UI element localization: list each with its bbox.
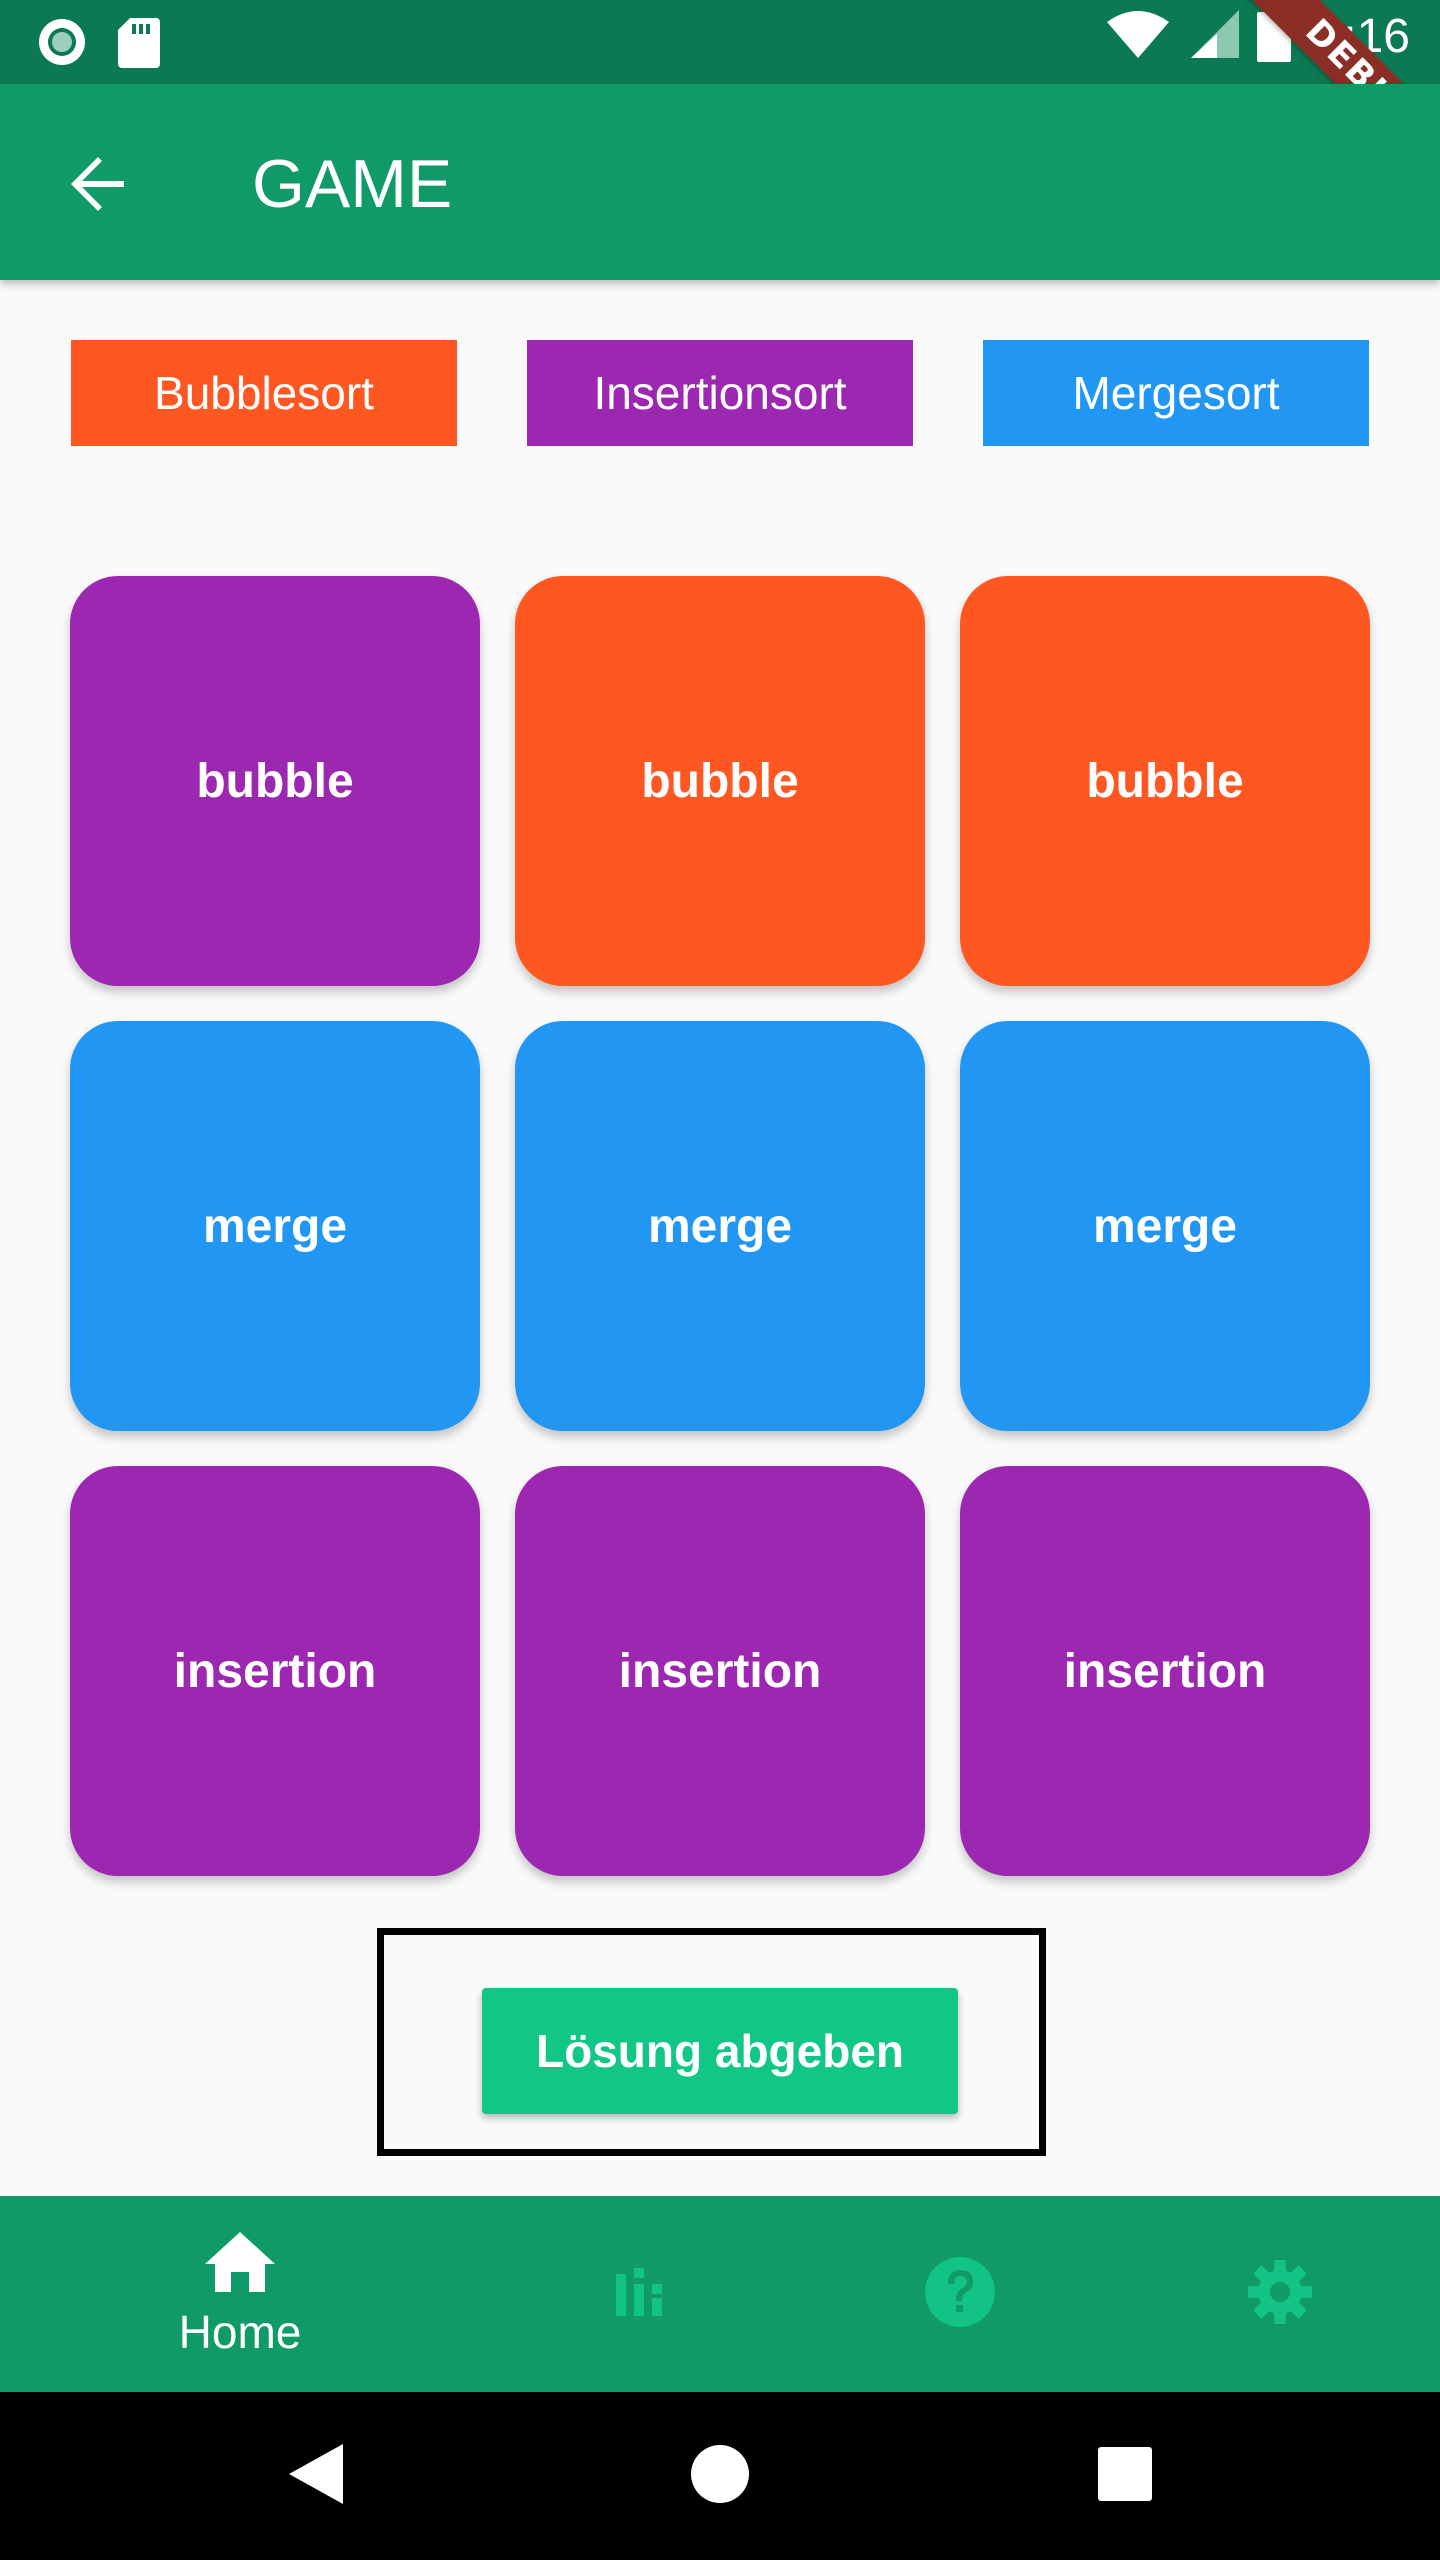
battery-icon — [1256, 6, 1291, 67]
bottom-navigation: Home — [0, 2196, 1440, 2392]
sd-card-icon — [118, 16, 160, 73]
bar-chart-icon — [614, 2266, 666, 2323]
app-bar: GAME — [0, 84, 1440, 280]
tile[interactable]: bubble — [515, 576, 925, 986]
circle-notification-icon — [36, 16, 88, 73]
tile[interactable]: bubble — [70, 576, 480, 986]
legend-bubblesort: Bubblesort — [71, 340, 457, 446]
wifi-icon — [1105, 8, 1171, 65]
nav-item-settings[interactable] — [1100, 2196, 1440, 2392]
tile[interactable]: insertion — [515, 1466, 925, 1876]
nav-item-statistics[interactable] — [460, 2196, 820, 2392]
submit-solution-button[interactable]: Lösung abgeben — [482, 1988, 958, 2114]
home-icon — [203, 2230, 277, 2299]
status-bar: 4:16 — [0, 0, 1440, 84]
tile[interactable]: merge — [960, 1021, 1370, 1431]
system-navigation-bar — [0, 2392, 1440, 2560]
status-time: 4:16 — [1316, 10, 1410, 63]
tile[interactable]: insertion — [960, 1466, 1370, 1876]
system-recents-button[interactable] — [1085, 2436, 1165, 2516]
help-icon — [924, 2256, 996, 2333]
settings-icon — [1246, 2258, 1314, 2331]
tile[interactable]: insertion — [70, 1466, 480, 1876]
tile[interactable]: merge — [515, 1021, 925, 1431]
page-title: GAME — [252, 146, 453, 222]
arrow-back-icon — [66, 152, 130, 221]
tile[interactable]: bubble — [960, 576, 1370, 986]
back-button[interactable] — [58, 146, 138, 226]
back-triangle-icon — [285, 2442, 345, 2511]
signal-icon — [1187, 8, 1241, 65]
legend-mergesort: Mergesort — [983, 340, 1369, 446]
home-circle-icon — [690, 2444, 750, 2509]
nav-item-home[interactable]: Home — [60, 2196, 420, 2392]
recents-square-icon — [1098, 2446, 1152, 2506]
tile[interactable]: merge — [70, 1021, 480, 1431]
legend-insertionsort: Insertionsort — [527, 340, 913, 446]
nav-item-help[interactable] — [780, 2196, 1140, 2392]
system-home-button[interactable] — [680, 2436, 760, 2516]
system-back-button[interactable] — [275, 2436, 355, 2516]
nav-label-home: Home — [178, 2305, 302, 2358]
